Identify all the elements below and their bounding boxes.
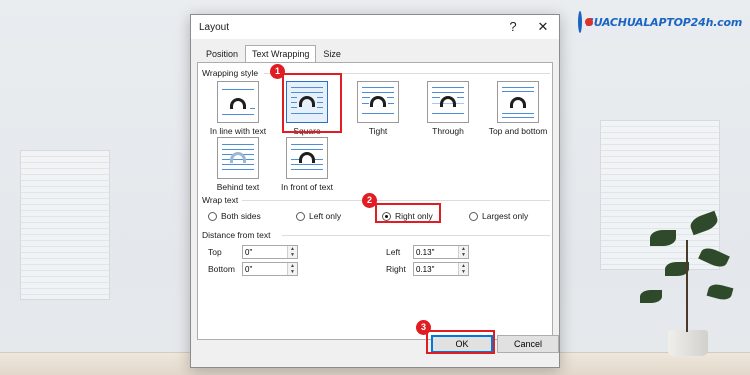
through-wrap-icon [427,81,469,123]
step-3-highlight [426,330,495,354]
radio-largest-only[interactable]: Largest only [469,211,528,221]
tab-text-wrapping[interactable]: Text Wrapping [245,45,317,63]
behind-text-wrap-icon [217,137,259,179]
distance-right-label: Right [386,264,406,274]
distance-right-field: Right ▲▼ [386,262,469,276]
stepper-arrows-icon[interactable]: ▲ ▼ [458,263,468,275]
layout-dialog: Layout ? ✕ Position Text Wrapping Size W… [190,14,560,368]
divider [242,200,550,201]
distance-bottom-input[interactable] [245,264,287,275]
distance-top-stepper: ▲▼ [242,245,298,259]
close-button[interactable]: ✕ [533,18,553,36]
brand-logo: SUACHUALAPTOP24h.com [578,10,742,34]
radio-both-sides[interactable]: Both sides [208,211,261,221]
window-blind [20,150,110,300]
distance-left-label: Left [386,247,401,257]
distance-bottom-label: Bottom [208,264,235,274]
wrap-style-label: In front of text [281,182,333,192]
step-1-highlight [282,73,342,133]
distance-left-field: Left ▲▼ [386,245,469,259]
distance-right-stepper: ▲▼ [413,262,469,276]
distance-left-stepper: ▲▼ [413,245,469,259]
divider [282,235,550,236]
plant-stem [686,240,688,332]
stepper-arrows-icon[interactable]: ▲ ▼ [287,246,297,258]
distance-bottom-field: Bottom ▲▼ [208,262,298,276]
stepper-arrows-icon[interactable]: ▲ ▼ [458,246,468,258]
wrap-text-heading: Wrap text [202,195,239,205]
wrapping-style-heading: Wrapping style [202,68,259,78]
distance-right-input[interactable] [416,264,458,275]
step-3-badge: 3 [416,320,431,335]
help-button[interactable]: ? [503,18,523,36]
plant-leaf [706,282,734,302]
distance-top-input[interactable] [245,247,287,258]
cancel-button[interactable]: Cancel [497,335,559,353]
radio-circle-icon [208,211,217,221]
brand-logo-icon [578,11,593,33]
distance-top-field: Top ▲▼ [208,245,298,259]
radio-label: Largest only [482,211,529,221]
dialog-title: Layout [199,22,230,33]
dialog-titlebar: Layout ? ✕ [191,15,559,39]
wrap-style-top-bottom[interactable]: Top and bottom [476,81,560,136]
distance-bottom-stepper: ▲▼ [242,262,298,276]
window-blind [600,120,720,270]
tab-bar: Position Text Wrapping Size [199,45,348,63]
plant-pot [668,330,708,356]
stepper-arrows-icon[interactable]: ▲ ▼ [287,263,297,275]
plant-leaf [650,230,676,246]
radio-label: Both sides [221,211,261,221]
radio-left-only[interactable]: Left only [296,211,341,221]
wrap-style-in-front[interactable]: In front of text [265,137,349,192]
top-bottom-wrap-icon [497,81,539,123]
distance-left-input[interactable] [416,247,458,258]
tight-wrap-icon [357,81,399,123]
distance-top-label: Top [208,247,222,257]
step-2-badge: 2 [362,193,377,208]
tab-size[interactable]: Size [316,45,348,62]
brand-text: SUACHUALAPTOP24h.com [586,15,743,29]
inline-wrap-icon [217,81,259,123]
radio-label: Left only [309,211,342,221]
radio-circle-icon [469,211,478,221]
plant-leaf [640,290,662,303]
step-2-highlight [375,203,441,223]
distance-heading: Distance from text [202,230,271,240]
in-front-of-text-wrap-icon [286,137,328,179]
step-1-badge: 1 [270,64,285,79]
tab-position[interactable]: Position [199,45,245,62]
wrap-style-label: Top and bottom [488,126,548,136]
radio-circle-icon [296,211,305,221]
